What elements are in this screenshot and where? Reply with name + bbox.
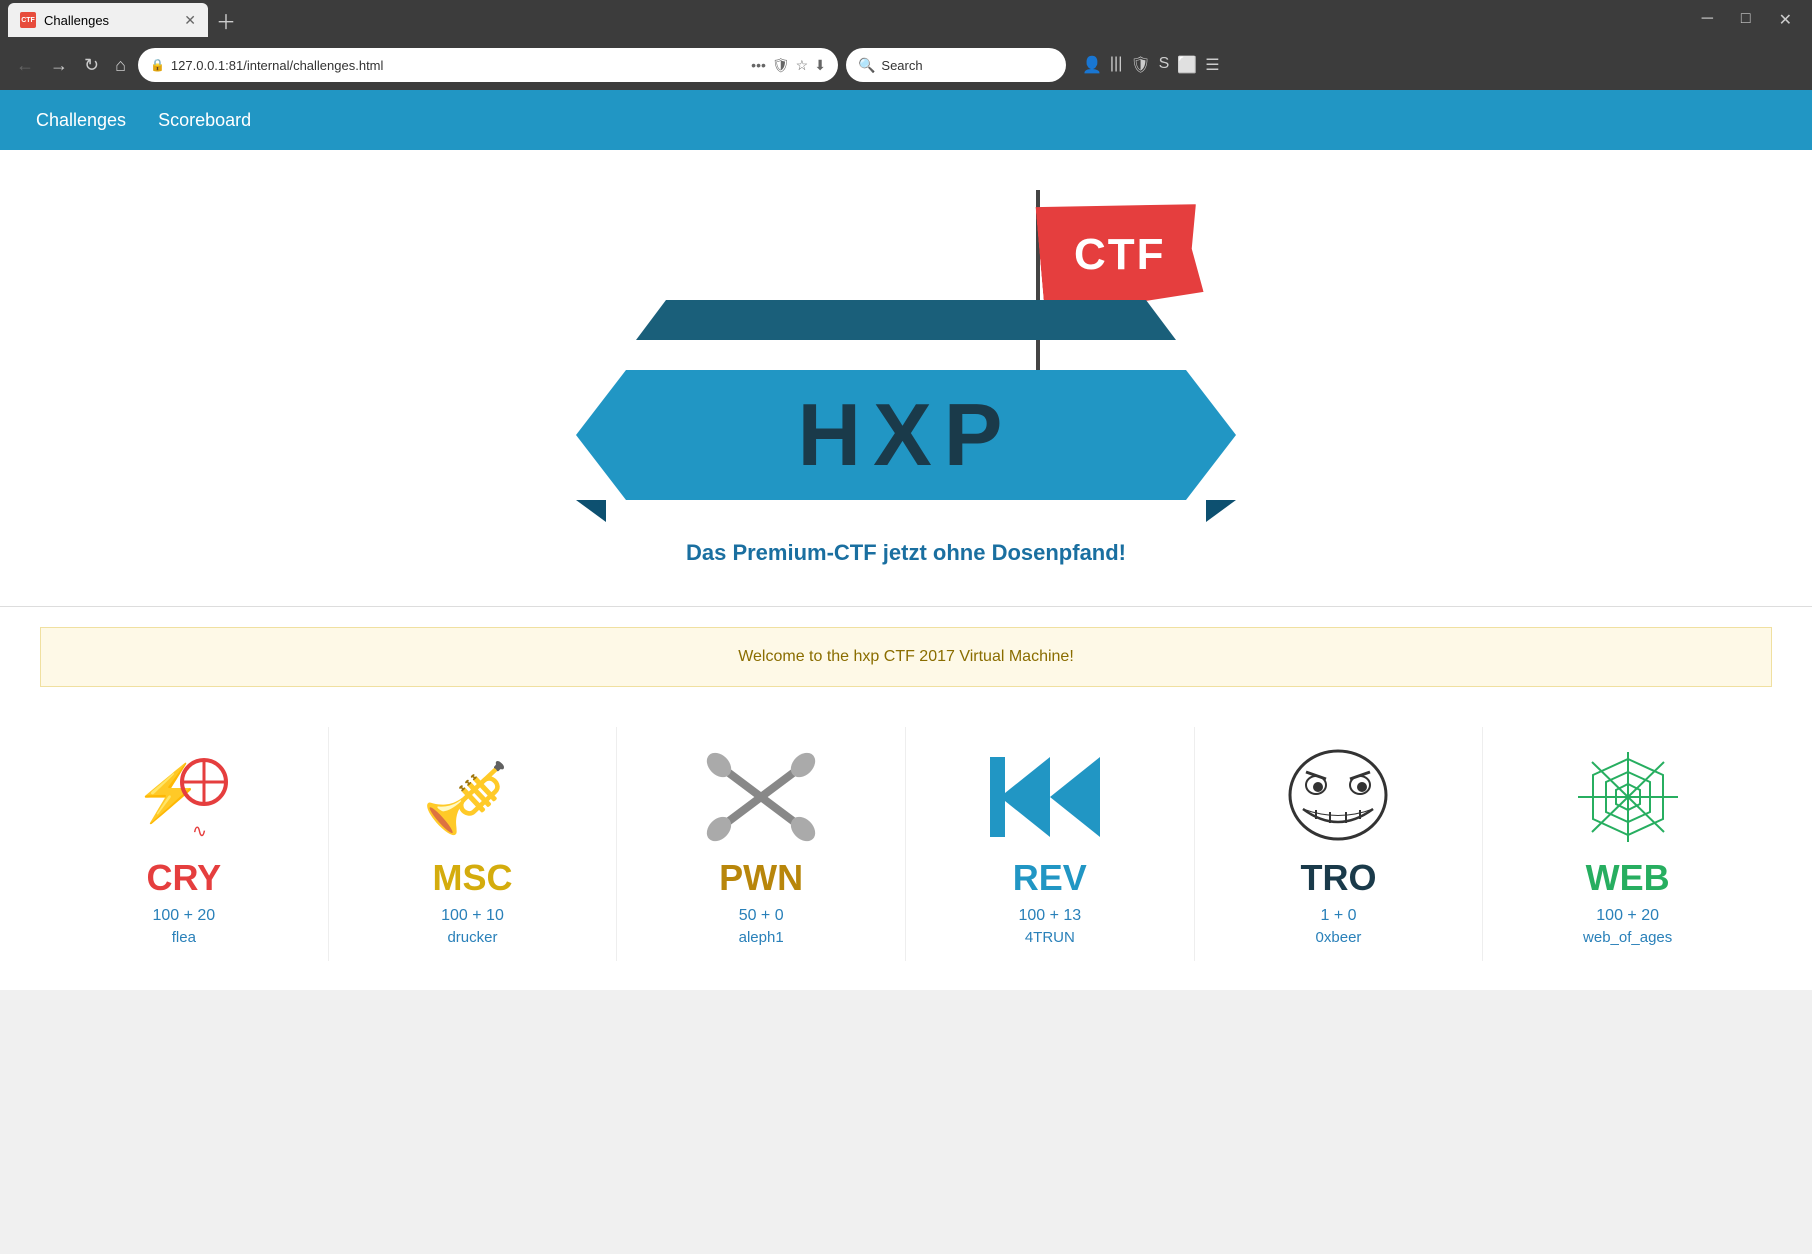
library-icon[interactable]: ||| (1110, 55, 1122, 75)
ribbon-main-container: HXP (576, 370, 1236, 500)
ctf-logo: CTF HXP (556, 190, 1256, 510)
url-action-icons: ••• 🛡 ☆ ⬇ (751, 57, 826, 74)
reload-button[interactable]: ↻ (80, 51, 103, 80)
cry-link[interactable]: flea (172, 929, 196, 946)
favicon-text: CTF (21, 17, 35, 24)
bookmark-icon[interactable]: ☆ (796, 57, 809, 74)
web-name: WEB (1586, 857, 1670, 899)
pwn-link[interactable]: aleph1 (739, 929, 784, 946)
tro-name: TRO (1300, 857, 1376, 899)
msc-score: 100 + 10 (441, 907, 504, 925)
split-view-icon[interactable]: ⬜ (1177, 55, 1197, 75)
url-text: 127.0.0.1:81/internal/challenges.html (171, 58, 745, 73)
msc-name: MSC (432, 857, 512, 899)
challenge-card-web[interactable]: WEB 100 + 20 web_of_ages (1483, 727, 1772, 961)
tagline: Das Premium-CTF jetzt ohne Dosenpfand! (686, 540, 1126, 566)
url-bar[interactable]: 🔒 127.0.0.1:81/internal/challenges.html … (138, 48, 838, 82)
rev-icon-svg (990, 747, 1110, 847)
back-button[interactable]: ← (12, 51, 38, 80)
web-icon-svg (1568, 747, 1688, 847)
sync-icon[interactable]: S (1159, 55, 1170, 75)
web-icon (1568, 747, 1688, 847)
tab-close-button[interactable]: ✕ (184, 12, 196, 29)
svg-text:⚡: ⚡ (134, 762, 202, 826)
window-controls: ─ □ ✕ (1690, 10, 1804, 30)
welcome-banner: Welcome to the hxp CTF 2017 Virtual Mach… (40, 627, 1772, 687)
minimize-button[interactable]: ─ (1690, 10, 1725, 30)
security-icon: 🔒 (150, 58, 165, 72)
pwn-icon-svg (701, 747, 821, 847)
challenge-card-msc[interactable]: 🎺 MSC 100 + 10 drucker (329, 727, 618, 961)
browser-tab[interactable]: CTF Challenges ✕ (8, 3, 208, 37)
more-icon[interactable]: ••• (751, 57, 766, 74)
msc-link[interactable]: drucker (447, 929, 497, 946)
search-input[interactable]: Search (881, 58, 922, 73)
msc-icon: 🎺 (412, 747, 532, 847)
web-link[interactable]: web_of_ages (1583, 929, 1672, 946)
addon-icon[interactable]: 🛡 (1130, 55, 1150, 75)
search-icon: 🔍 (858, 57, 875, 74)
svg-text:🎺: 🎺 (422, 758, 509, 838)
page-content: Challenges Scoreboard CTF (0, 90, 1812, 990)
title-bar: CTF Challenges ✕ ＋ ─ □ ✕ (0, 0, 1812, 40)
challenge-card-rev[interactable]: REV 100 + 13 4TRUN (906, 727, 1195, 961)
shield-icon[interactable]: 🛡 (772, 57, 790, 74)
nav-bar: Challenges Scoreboard (0, 90, 1812, 150)
hero-section: CTF HXP Das (0, 150, 1812, 596)
cry-score: 100 + 20 (152, 907, 215, 925)
toolbar-icons: 👤 ||| 🛡 S ⬜ ☰ (1082, 55, 1220, 75)
logo-text: HXP (798, 384, 1015, 486)
rev-name: REV (1013, 857, 1087, 899)
challenges-grid: ⚡ ∿ CRY 100 + 20 flea 🎺 MSC 100 + 10 dru… (0, 707, 1812, 981)
flag-body: CTF (1036, 193, 1205, 317)
maximize-button[interactable]: □ (1729, 10, 1763, 30)
cry-icon-svg: ⚡ ∿ (124, 747, 244, 847)
cry-name: CRY (146, 857, 221, 899)
pwn-score: 50 + 0 (739, 907, 784, 925)
download-icon[interactable]: ⬇ (814, 57, 826, 74)
ribbon-top-dark (636, 300, 1176, 340)
close-window-button[interactable]: ✕ (1767, 10, 1804, 30)
challenge-card-pwn[interactable]: PWN 50 + 0 aleph1 (617, 727, 906, 961)
address-bar: ← → ↻ ⌂ 🔒 127.0.0.1:81/internal/challeng… (0, 40, 1812, 90)
msc-icon-svg: 🎺 (412, 747, 532, 847)
tab-favicon: CTF (20, 12, 36, 28)
tro-icon (1278, 747, 1398, 847)
rev-icon (990, 747, 1110, 847)
home-button[interactable]: ⌂ (111, 51, 130, 80)
tab-title: Challenges (44, 13, 109, 28)
tro-link[interactable]: 0xbeer (1316, 929, 1362, 946)
forward-button[interactable]: → (46, 51, 72, 80)
nav-challenges[interactable]: Challenges (20, 102, 142, 139)
tro-score: 1 + 0 (1320, 907, 1356, 925)
nav-scoreboard[interactable]: Scoreboard (142, 102, 267, 139)
pwn-name: PWN (719, 857, 803, 899)
flag-text: CTF (1074, 230, 1166, 280)
tro-icon-svg (1278, 747, 1398, 847)
pwn-icon (701, 747, 821, 847)
welcome-text: Welcome to the hxp CTF 2017 Virtual Mach… (738, 648, 1074, 665)
challenge-card-cry[interactable]: ⚡ ∿ CRY 100 + 20 flea (40, 727, 329, 961)
rev-score: 100 + 13 (1018, 907, 1081, 925)
account-icon[interactable]: 👤 (1082, 55, 1102, 75)
challenge-card-tro[interactable]: TRO 1 + 0 0xbeer (1195, 727, 1484, 961)
svg-text:∿: ∿ (192, 821, 207, 841)
browser-chrome: CTF Challenges ✕ ＋ ─ □ ✕ ← → ↻ ⌂ 🔒 127.0… (0, 0, 1812, 90)
cry-icon: ⚡ ∿ (124, 747, 244, 847)
web-score: 100 + 20 (1596, 907, 1659, 925)
new-tab-button[interactable]: ＋ (216, 6, 236, 35)
flag-container: CTF (936, 190, 1136, 390)
rev-link[interactable]: 4TRUN (1025, 929, 1075, 946)
menu-icon[interactable]: ☰ (1205, 55, 1219, 75)
search-bar[interactable]: 🔍 Search (846, 48, 1066, 82)
